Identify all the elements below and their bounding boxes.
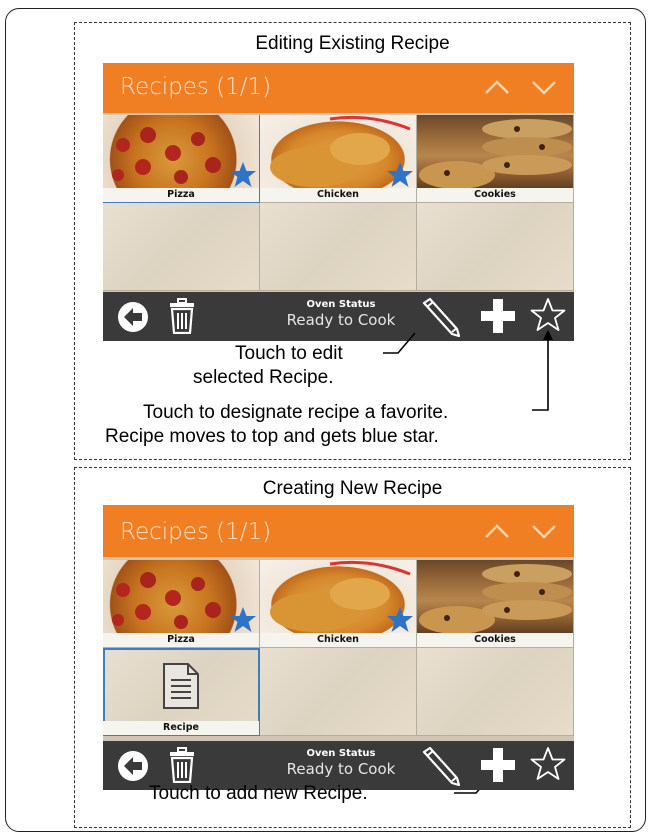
plus-icon[interactable]: [480, 747, 516, 783]
screen-header: Recipes (1/1): [103, 505, 574, 557]
edit-callout-line1: Touch to edit: [235, 343, 343, 364]
trash-icon[interactable]: [169, 747, 195, 783]
empty-tile: [417, 648, 574, 736]
recipe-tile-new[interactable]: Recipe: [103, 648, 260, 736]
tile-label: Recipe: [103, 721, 259, 735]
tile-label: Chicken: [260, 633, 416, 647]
recipe-screen-creating: Recipes (1/1) Pizza Chicken Cookies Reci…: [103, 505, 574, 790]
recipe-tile-cookies[interactable]: Cookies: [417, 560, 574, 648]
add-callout: Touch to add new Recipe.: [149, 783, 368, 804]
cookies-art: [419, 564, 572, 634]
recipe-tile-pizza[interactable]: Pizza: [103, 115, 260, 203]
tile-label: Pizza: [103, 188, 259, 202]
section-title-creating: Creating New Recipe: [262, 478, 443, 499]
star-outline-icon[interactable]: [530, 746, 566, 782]
document-icon: [163, 663, 199, 709]
blue-star-icon: [230, 607, 256, 632]
cookies-image: [417, 560, 573, 634]
recipe-tile-pizza[interactable]: Pizza: [103, 560, 260, 648]
oven-status-value: Ready to Cook: [286, 760, 396, 778]
tile-label: Cookies: [417, 633, 573, 647]
tile-label: Pizza: [103, 633, 259, 647]
blue-star-icon: [387, 607, 413, 632]
favorite-callout-line1: Touch to designate recipe a favorite.: [143, 402, 449, 423]
chevron-down-icon[interactable]: [530, 517, 558, 545]
back-arrow-icon[interactable]: [117, 750, 149, 782]
pencil-icon[interactable]: [419, 746, 461, 786]
blue-star-icon: [230, 162, 256, 187]
recipe-tile-chicken[interactable]: Chicken: [260, 560, 417, 648]
edit-callout-line2: selected Recipe.: [193, 367, 334, 388]
chevron-up-icon[interactable]: [483, 517, 511, 545]
empty-tile: [260, 648, 417, 736]
oven-status-title: Oven Status: [306, 748, 376, 759]
screen-title: Recipes (1/1): [120, 519, 272, 545]
favorite-callout-line2: Recipe moves to top and gets blue star.: [105, 426, 439, 447]
